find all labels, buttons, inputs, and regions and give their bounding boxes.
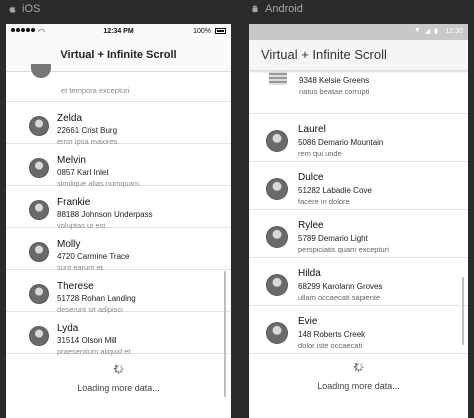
item-address: 51282 Labadie Cove	[298, 186, 372, 195]
list-item[interactable]: Laurel 5086 Demario Mountain rem qui unde	[249, 114, 468, 162]
item-description: rem qui unde	[298, 149, 342, 158]
android-platform-label: Android	[250, 3, 303, 15]
wifi-icon: ▼	[413, 27, 421, 34]
item-name: Dulce	[298, 172, 324, 183]
list-item[interactable]: Melvin 0857 Karl Inlet similique alias num…	[6, 144, 231, 188]
avatar	[31, 64, 51, 78]
item-name: Evie	[298, 316, 318, 327]
ios-battery-percent: 100%	[193, 28, 211, 35]
avatar	[29, 116, 49, 136]
item-name: Laurel	[298, 124, 326, 135]
avatar	[266, 226, 288, 248]
list-item[interactable]: Rylee 5789 Demario Light perspiciatis quam…	[249, 210, 468, 258]
list-item[interactable]: Zelda 22661 Crist Burg error ipsa maiores	[6, 102, 231, 146]
item-name: Molly	[57, 239, 81, 250]
item-name: Hilda	[298, 268, 321, 279]
avatar	[29, 326, 49, 346]
list-item[interactable]: Evie 148 Roberts Creek dolor iste occaecat…	[249, 306, 468, 354]
spinner-icon	[353, 362, 364, 372]
signal-icon: ◢	[424, 28, 431, 35]
avatar	[29, 242, 49, 262]
ios-loading-indicator: Loading more data...	[6, 354, 231, 393]
list-item[interactable]: Dulce 51282 Labadie Cove facere in dolore	[249, 162, 468, 210]
ios-status-bar: ◠ 12:34 PM 100%	[6, 24, 231, 40]
ios-label-text: iOS	[22, 3, 41, 15]
android-status-time: 12:30	[445, 28, 463, 35]
item-description: facere in dolore	[298, 197, 350, 206]
battery-icon	[215, 28, 226, 34]
list-item[interactable]: Hilda 68299 Karolann Groves ullam occaecat…	[249, 258, 468, 306]
android-icon	[252, 5, 258, 13]
item-address: 68299 Karolann Groves	[298, 282, 383, 291]
ios-list[interactable]: et tempora excepturi Zelda 22661 Crist Bu…	[6, 64, 231, 356]
ios-platform-label: iOS	[7, 3, 40, 15]
android-page-title: Virtual + Infinite Scroll	[249, 40, 468, 71]
avatar	[266, 274, 288, 296]
item-description: perspiciatis quam excepturi	[298, 245, 389, 254]
android-loading-indicator: Loading more data...	[249, 354, 468, 391]
item-description: dolor iste occaecati	[298, 341, 363, 350]
list-item[interactable]: Therese 51728 Rohan Landing deserunt sit a…	[6, 270, 231, 314]
avatar	[29, 158, 49, 178]
item-address: 31514 Olson Mill	[57, 336, 117, 345]
item-name: Rylee	[298, 220, 324, 231]
android-list[interactable]: 9348 Kelsie Greens natus beatae corrupti…	[249, 71, 468, 354]
item-address: 5789 Demario Light	[298, 234, 368, 243]
item-description: ullam occaecati sapiente	[298, 293, 381, 302]
list-item[interactable]: Lyda 31514 Olson Mill praesentium aliquid …	[6, 312, 231, 356]
item-description: et tempora excepturi	[61, 86, 130, 95]
item-name: Therese	[57, 281, 94, 292]
item-address: 4720 Carmine Trace	[57, 252, 130, 261]
item-address: 51728 Rohan Landing	[57, 294, 136, 303]
avatar	[29, 200, 49, 220]
loading-text: Loading more data...	[317, 381, 400, 391]
item-address: 22661 Crist Burg	[57, 126, 118, 135]
battery-icon: ▮	[434, 28, 438, 35]
android-phone-screen: ▼ ◢ ▮ 12:30 Virtual + Infinite Scroll 93…	[249, 24, 468, 418]
item-name: Zelda	[57, 113, 83, 124]
avatar	[29, 284, 49, 304]
spinner-icon	[113, 364, 124, 374]
item-name: Frankie	[57, 197, 91, 208]
list-item[interactable]: Frankie 88188 Johnson Underpass voluptas u…	[6, 186, 231, 230]
item-name: Lyda	[57, 323, 79, 334]
avatar	[269, 71, 287, 85]
item-address: 9348 Kelsie Greens	[299, 76, 370, 85]
item-address: 5086 Demario Mountain	[298, 138, 384, 147]
android-status-bar: ▼ ◢ ▮ 12:30	[249, 24, 468, 40]
item-description: natus beatae corrupti	[299, 87, 370, 96]
scrollbar[interactable]	[462, 277, 464, 345]
item-name: Melvin	[57, 155, 86, 166]
ios-phone-screen: ◠ 12:34 PM 100% Virtual + Infinite Scrol…	[6, 24, 231, 418]
loading-text: Loading more data...	[77, 383, 160, 393]
avatar	[266, 130, 288, 152]
list-item[interactable]: 9348 Kelsie Greens natus beatae corrupti	[249, 71, 468, 114]
scrollbar[interactable]	[224, 271, 226, 397]
android-label-text: Android	[265, 3, 303, 15]
item-address: 0857 Karl Inlet	[57, 168, 109, 177]
apple-icon	[9, 5, 16, 13]
list-item[interactable]: Molly 4720 Carmine Trace sunt earum et	[6, 228, 231, 272]
list-item[interactable]: et tempora excepturi	[6, 64, 231, 102]
avatar	[266, 178, 288, 200]
avatar	[266, 322, 288, 344]
item-address: 148 Roberts Creek	[298, 330, 366, 339]
item-address: 88188 Johnson Underpass	[57, 210, 153, 219]
